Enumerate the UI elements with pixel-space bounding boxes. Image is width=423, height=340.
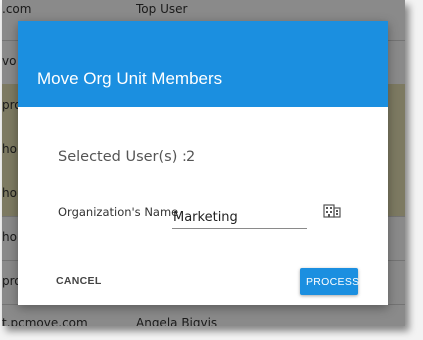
cancel-button[interactable]: CANCEL	[48, 271, 110, 291]
move-org-unit-dialog: Move Org Unit Members Selected User(s) :…	[18, 21, 388, 305]
selected-users-count: 2	[186, 149, 196, 165]
dialog-title: Move Org Unit Members	[37, 69, 223, 88]
screenshot-frame: .com Top User vo pro ho ho. ho pro t.pcm…	[2, 0, 405, 326]
dialog-header: Move Org Unit Members	[18, 21, 388, 107]
org-name-input[interactable]	[172, 206, 307, 229]
building-icon[interactable]	[323, 202, 341, 218]
selected-users-label: Selected User(s) :	[58, 149, 187, 165]
process-button[interactable]: PROCESS	[300, 268, 359, 295]
org-name-label: Organization's Name	[58, 205, 179, 219]
